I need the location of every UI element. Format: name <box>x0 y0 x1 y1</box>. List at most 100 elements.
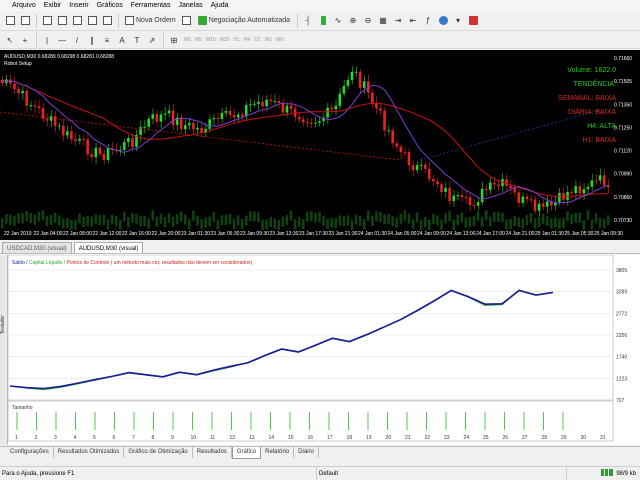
autoscroll-icon[interactable]: ⇤ <box>406 13 420 29</box>
indicator-h4: H4: ALTA <box>587 123 616 130</box>
tab-relatorio[interactable]: Relatório <box>261 447 295 458</box>
auto-trading-icon <box>197 16 207 25</box>
zoom-in-icon[interactable]: ⊕ <box>346 13 360 29</box>
menu-bar: Arquivo Exibir Inserir Gráficos Ferramen… <box>0 0 640 11</box>
chart-info: AUDUSD,M30 0.68289 0.68298 0.68281 0.682… <box>4 54 114 68</box>
timeframe-d1[interactable]: D1 <box>252 37 262 43</box>
data-window-icon[interactable] <box>55 13 69 29</box>
timeframe-h1[interactable]: H1 <box>231 37 241 43</box>
chart-tab-audusd[interactable]: AUDUSD,M30 (visual) <box>73 242 144 253</box>
timeframe-h4[interactable]: H4 <box>242 37 252 43</box>
chart-tab-usdcad[interactable]: USDCAD,M30 (visual) <box>2 242 72 253</box>
trendline-icon[interactable]: / <box>70 32 84 48</box>
tester-x-label: 24 <box>464 435 470 441</box>
tester-y-label: 1223 <box>616 376 627 382</box>
volume-bar <box>301 218 305 229</box>
menu-graficos[interactable]: Gráficos <box>93 0 127 11</box>
tab-configuracoes[interactable]: Configurações <box>6 447 54 458</box>
zoom-out-icon[interactable]: ⊖ <box>361 13 375 29</box>
vertical-line-icon[interactable]: | <box>40 32 54 48</box>
crosshair-icon[interactable]: + <box>18 32 32 48</box>
ma-fast-line <box>1 79 609 204</box>
tab-grafico[interactable]: Gráfico <box>231 446 262 459</box>
menu-inserir[interactable]: Inserir <box>65 0 92 11</box>
new-chart-icon[interactable] <box>3 13 17 29</box>
channel-icon[interactable]: ∥ <box>85 32 99 48</box>
strategy-tester-icon[interactable] <box>100 13 114 29</box>
volume-bar <box>472 216 476 227</box>
volume-bar <box>533 218 537 229</box>
auto-trading-button[interactable]: Negociação Automatizada <box>195 13 293 29</box>
menu-ferramentas[interactable]: Ferramentas <box>127 0 175 11</box>
candle-body <box>228 111 232 115</box>
periods-icon[interactable] <box>436 13 450 29</box>
stop-icon[interactable] <box>466 13 480 29</box>
market-watch-icon[interactable] <box>40 13 54 29</box>
candle-body <box>505 179 508 186</box>
arrow-icon[interactable]: ⇗ <box>145 32 159 48</box>
menu-ajuda[interactable]: Ajuda <box>207 0 233 11</box>
volume-bar <box>428 219 431 230</box>
line-chart-icon[interactable]: ∿ <box>331 13 345 29</box>
candlestick-icon[interactable] <box>316 13 330 29</box>
timeframes-icon[interactable]: ⊞ <box>167 32 181 48</box>
price-chart[interactable]: 0.71660 0.71505 0.71350 0.71250 0.71120 0.709… <box>0 50 640 240</box>
main-toolbar: Nova Ordem Negociação Automatizada ┤ ∿ ⊕… <box>0 11 640 31</box>
profiles-icon[interactable] <box>18 13 32 29</box>
volume-bar <box>293 219 297 230</box>
timeframe-m5[interactable]: M5 <box>193 37 204 43</box>
price-axis-label: 0.70730 <box>614 218 632 224</box>
candle-body <box>399 146 403 153</box>
templates-icon[interactable]: ▾ <box>451 13 465 29</box>
candle-body <box>314 122 317 124</box>
tab-resultados-otimizados[interactable]: Resultados Otimizados <box>54 447 125 458</box>
candle-body <box>448 187 451 202</box>
volume-bar <box>598 217 602 228</box>
indicators-icon[interactable]: ƒ <box>421 13 435 29</box>
candle-body <box>269 99 272 102</box>
volume-bar <box>82 216 85 227</box>
timeframe-mn[interactable]: MN <box>274 37 286 43</box>
metaeditor-icon[interactable] <box>180 13 194 29</box>
volume-bar <box>497 211 500 222</box>
volume-bar <box>110 214 114 225</box>
menu-janelas[interactable]: Janelas <box>174 0 206 11</box>
label-icon[interactable]: T <box>130 32 144 48</box>
tester-tabs: Configurações Resultados Otimizados Gráf… <box>0 446 640 459</box>
timeframe-m30[interactable]: M30 <box>218 37 232 43</box>
menu-arquivo[interactable]: Arquivo <box>0 0 40 11</box>
timeframe-m1[interactable]: M1 <box>182 37 193 43</box>
volume-bar <box>135 213 138 224</box>
tab-diario[interactable]: Diário <box>294 447 319 458</box>
indicator-weekly: SEMANAL: BAIXA <box>558 95 616 102</box>
timeframe-w1[interactable]: W1 <box>263 37 275 43</box>
chart-shift-icon[interactable]: ⇥ <box>391 13 405 29</box>
candle-body <box>586 186 590 190</box>
horizontal-line-icon[interactable]: — <box>55 32 69 48</box>
volume-bar <box>464 217 468 228</box>
bar-chart-icon[interactable]: ┤ <box>301 13 315 29</box>
navigator-icon[interactable] <box>70 13 84 29</box>
tester-x-label: 22 <box>425 435 431 441</box>
volume-bar <box>411 219 415 230</box>
tester-x-label: 29 <box>561 435 567 441</box>
tab-resultados[interactable]: Resultados <box>193 447 232 458</box>
tile-windows-icon[interactable]: ▦ <box>376 13 390 29</box>
cursor-icon[interactable]: ↖ <box>3 32 17 48</box>
new-order-button[interactable]: Nova Ordem <box>122 13 179 29</box>
volume-bar <box>456 214 460 225</box>
menu-exibir[interactable]: Exibir <box>40 0 66 11</box>
status-help: Para o Ajuda, pressione F1 <box>2 470 75 477</box>
price-axis-label: 0.71505 <box>614 79 632 85</box>
tab-grafico-otimizacao[interactable]: Gráfico de Otimização <box>124 447 193 458</box>
candle-body <box>509 185 512 188</box>
timeframe-m15[interactable]: M15 <box>204 37 218 43</box>
volume-bar <box>208 216 211 227</box>
terminal-icon[interactable] <box>85 13 99 29</box>
volume-bar <box>346 215 350 226</box>
indicator-h1: H1: BAIXA <box>582 137 616 144</box>
volume-bar <box>354 214 358 225</box>
text-icon[interactable]: A <box>115 32 129 48</box>
size-panel-label: Tamanho <box>12 405 33 411</box>
fibonacci-icon[interactable]: ≡ <box>100 32 114 48</box>
